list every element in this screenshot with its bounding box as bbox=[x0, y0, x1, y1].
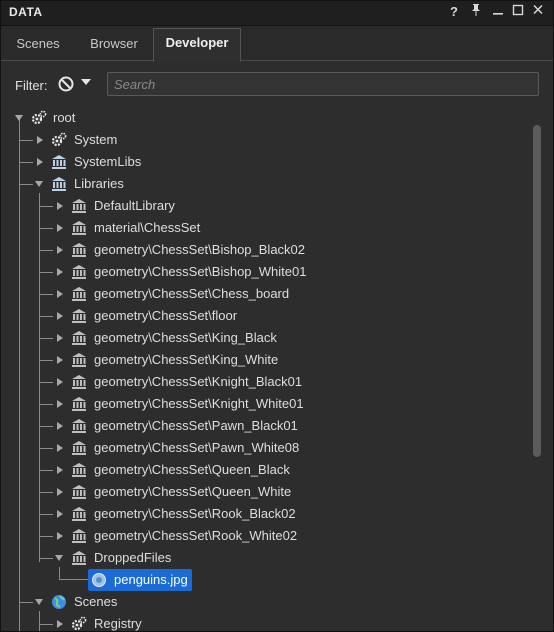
tab-scenes[interactable]: Scenes bbox=[5, 30, 71, 60]
tree-item-label: SystemLibs bbox=[74, 154, 142, 169]
library-icon bbox=[71, 308, 87, 324]
tree-item-label: root bbox=[53, 110, 76, 125]
expand-arrow-icon[interactable] bbox=[37, 136, 43, 144]
expand-arrow-icon[interactable] bbox=[57, 312, 63, 320]
tab-bar: Scenes Browser Developer bbox=[1, 26, 553, 62]
gears-icon bbox=[51, 132, 67, 148]
tree-item-label: geometry\ChessSet\Rook_White02 bbox=[94, 528, 298, 543]
library-icon bbox=[71, 352, 87, 368]
library-icon bbox=[71, 198, 87, 214]
library-icon bbox=[71, 264, 87, 280]
minimize-button[interactable] bbox=[489, 3, 507, 21]
library-icon bbox=[71, 440, 87, 456]
expand-arrow-icon[interactable] bbox=[57, 510, 63, 518]
image-file-icon bbox=[91, 572, 107, 588]
gears-icon bbox=[71, 616, 87, 631]
pin-icon bbox=[472, 4, 480, 16]
tree-item-label: geometry\ChessSet\Bishop_Black02 bbox=[94, 242, 306, 257]
tree-item-label: geometry\ChessSet\Knight_White01 bbox=[94, 396, 304, 411]
tree-item-label: DroppedFiles bbox=[94, 550, 172, 565]
collapse-arrow-icon[interactable] bbox=[15, 115, 23, 121]
library-icon bbox=[71, 374, 87, 390]
library-icon bbox=[71, 396, 87, 412]
expand-arrow-icon[interactable] bbox=[57, 268, 63, 276]
tree-item-label: geometry\ChessSet\King_Black bbox=[94, 330, 277, 345]
tree-item-label: geometry\ChessSet\Queen_Black bbox=[94, 462, 290, 477]
expand-arrow-icon[interactable] bbox=[57, 532, 63, 540]
expand-arrow-icon[interactable] bbox=[57, 378, 63, 386]
minimize-icon bbox=[493, 13, 503, 15]
tree-item-label: geometry\ChessSet\Chess_board bbox=[94, 286, 290, 301]
tree-item-label: geometry\ChessSet\Pawn_White08 bbox=[94, 440, 300, 455]
expand-arrow-icon[interactable] bbox=[57, 444, 63, 452]
library-icon bbox=[51, 154, 67, 170]
expand-arrow-icon[interactable] bbox=[57, 422, 63, 430]
tab-developer[interactable]: Developer bbox=[153, 28, 241, 62]
data-panel: DATA ? Scenes Browser Developer Filter: bbox=[0, 0, 554, 632]
library-icon bbox=[71, 418, 87, 434]
expand-arrow-icon[interactable] bbox=[57, 224, 63, 232]
library-icon bbox=[71, 484, 87, 500]
filter-dropdown-button[interactable] bbox=[81, 77, 91, 89]
maximize-icon bbox=[512, 4, 524, 16]
library-icon bbox=[71, 550, 87, 566]
prohibit-icon bbox=[58, 76, 74, 92]
gears-icon bbox=[31, 110, 47, 126]
collapse-arrow-icon[interactable] bbox=[35, 181, 43, 187]
tree-item-label: penguins.jpg bbox=[114, 572, 188, 587]
expand-arrow-icon[interactable] bbox=[57, 290, 63, 298]
library-icon bbox=[71, 286, 87, 302]
expand-arrow-icon[interactable] bbox=[37, 158, 43, 166]
tree-item-label: geometry\ChessSet\Knight_Black01 bbox=[94, 374, 303, 389]
tree-item-label: geometry\ChessSet\Queen_White bbox=[94, 484, 292, 499]
close-button[interactable] bbox=[529, 3, 547, 21]
expand-arrow-icon[interactable] bbox=[57, 620, 63, 628]
expand-arrow-icon[interactable] bbox=[57, 400, 63, 408]
library-icon bbox=[71, 528, 87, 544]
expand-arrow-icon[interactable] bbox=[57, 334, 63, 342]
expand-arrow-icon[interactable] bbox=[57, 202, 63, 210]
expand-arrow-icon[interactable] bbox=[57, 356, 63, 364]
tree-item-label: Libraries bbox=[74, 176, 124, 191]
tree-item-label: geometry\ChessSet\Rook_Black02 bbox=[94, 506, 296, 521]
title-bar: DATA ? bbox=[1, 1, 553, 26]
library-icon bbox=[71, 330, 87, 346]
tree-item-label: DefaultLibrary bbox=[94, 198, 175, 213]
close-icon bbox=[533, 4, 543, 15]
library-icon bbox=[51, 176, 67, 192]
expand-arrow-icon[interactable] bbox=[57, 466, 63, 474]
filter-toggle-button[interactable] bbox=[57, 75, 75, 93]
data-tree: root System SystemLibs Libraries Default… bbox=[7, 105, 527, 631]
filter-label: Filter: bbox=[15, 78, 48, 93]
collapse-arrow-icon[interactable] bbox=[35, 599, 43, 605]
panel-title: DATA bbox=[9, 5, 43, 19]
tree-item-label: geometry\ChessSet\floor bbox=[94, 308, 238, 323]
expand-arrow-icon[interactable] bbox=[57, 488, 63, 496]
tree-item-label: geometry\ChessSet\Bishop_White01 bbox=[94, 264, 307, 279]
help-button[interactable]: ? bbox=[445, 3, 463, 21]
library-icon bbox=[71, 242, 87, 258]
tree-item-label: material\ChessSet bbox=[94, 220, 201, 235]
caret-down-icon bbox=[81, 79, 91, 85]
tab-browser[interactable]: Browser bbox=[77, 30, 151, 60]
tree-item-label: System bbox=[74, 132, 118, 147]
globe-icon bbox=[51, 594, 67, 610]
tree-item-label: geometry\ChessSet\King_White bbox=[94, 352, 279, 367]
tree-item-label: Scenes bbox=[74, 594, 118, 609]
expand-arrow-icon[interactable] bbox=[57, 246, 63, 254]
pin-button[interactable] bbox=[467, 3, 485, 21]
search-input[interactable] bbox=[107, 72, 539, 96]
library-icon bbox=[71, 220, 87, 236]
library-icon bbox=[71, 506, 87, 522]
tree-item-label: Registry bbox=[94, 616, 142, 631]
scrollbar-thumb[interactable] bbox=[533, 125, 541, 457]
library-icon bbox=[71, 462, 87, 478]
collapse-arrow-icon[interactable] bbox=[55, 555, 63, 561]
maximize-button[interactable] bbox=[509, 3, 527, 21]
tree-item-label: geometry\ChessSet\Pawn_Black01 bbox=[94, 418, 298, 433]
